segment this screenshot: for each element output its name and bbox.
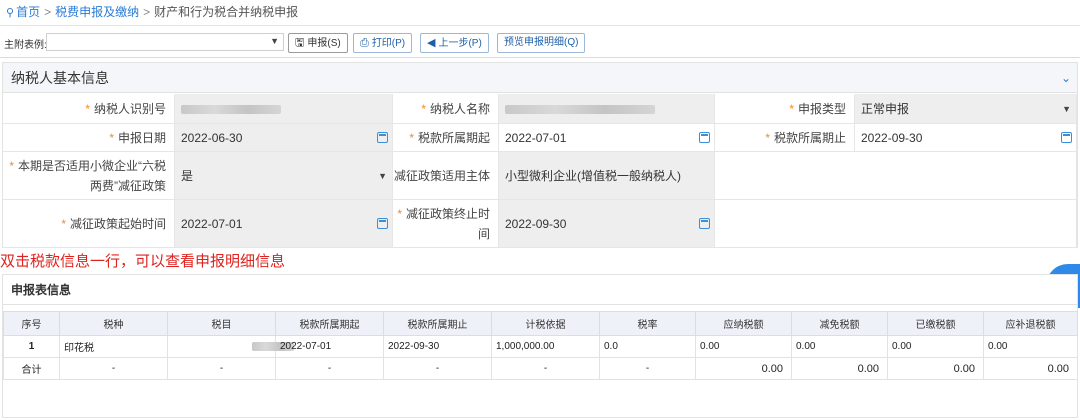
table-cell: 0.00 xyxy=(695,335,792,358)
column-header: 应补退税额 xyxy=(983,311,1078,336)
preview-detail-button[interactable]: 预览申报明细(Q) xyxy=(497,33,586,53)
declaration-table: 序号 税种 税目 税款所属期起 税款所属期止 计税依据 税率 应纳税额 减免税额… xyxy=(3,311,1078,380)
table-cell: - xyxy=(491,357,600,380)
taxpayer-name-field xyxy=(499,94,715,124)
table-cell: 2022-07-01 xyxy=(275,335,384,358)
column-header: 税款所属期起 xyxy=(275,311,384,336)
breadcrumb-current: 财产和行为税合并纳税申报 xyxy=(154,5,299,19)
table-cell: 0.00 xyxy=(983,335,1078,358)
table-cell: 0.00 xyxy=(887,335,984,358)
table-cell: 0.00 xyxy=(983,357,1078,380)
reduction-start-field[interactable]: 2022-07-01 xyxy=(175,200,393,248)
column-header: 税种 xyxy=(59,311,168,336)
table-cell: 1 xyxy=(3,335,60,358)
period-start-field[interactable]: 2022-07-01 xyxy=(499,124,715,152)
table-cell: - xyxy=(599,357,696,380)
table-cell: 0.00 xyxy=(695,357,792,380)
table-total-row: 合计 - - - - - - 0.00 0.00 0.00 0.00 xyxy=(3,357,1078,380)
reduction-end-field[interactable]: 2022-09-30 xyxy=(499,200,715,248)
declare-button-label: 申报(S) xyxy=(307,38,341,49)
table-selector-dropdown[interactable]: ▼ xyxy=(46,33,284,51)
table-cell: - xyxy=(383,357,492,380)
calendar-icon[interactable] xyxy=(1061,132,1072,143)
breadcrumb-separator: > xyxy=(143,5,151,19)
period-end-field[interactable]: 2022-09-30 xyxy=(855,124,1077,152)
column-header: 减免税额 xyxy=(791,311,888,336)
declaration-table-section: 申报表信息 序号 税种 税目 税款所属期起 税款所属期止 计税依据 税率 应纳税… xyxy=(2,274,1078,418)
reduction-start-label: * 减征政策起始时间 xyxy=(3,200,175,248)
empty-cell xyxy=(715,152,1077,200)
chevron-down-icon: ▼ xyxy=(378,171,387,181)
calendar-icon[interactable] xyxy=(699,218,710,229)
table-cell: 2022-09-30 xyxy=(383,335,492,358)
column-header: 税目 xyxy=(167,311,276,336)
chevron-down-icon: ▼ xyxy=(1062,104,1071,114)
location-pin-icon: ⚲ xyxy=(6,7,15,19)
declare-date-field[interactable]: 2022-06-30 xyxy=(175,124,393,152)
small-micro-policy-label: * 本期是否适用小微企业“六税 两费”减征政策 xyxy=(3,152,175,200)
column-header: 税率 xyxy=(599,311,696,336)
section-title: 申报表信息 xyxy=(3,275,1077,305)
table-selector-label: 主附表例: xyxy=(4,40,47,51)
table-cell: 印花税 xyxy=(59,335,168,358)
printer-icon: ⎙ xyxy=(360,37,369,49)
table-cell: - xyxy=(59,357,168,380)
chevron-down-icon: ▼ xyxy=(270,36,279,46)
declare-button[interactable]: 🖫 申报(S) xyxy=(288,33,348,53)
reduction-subject-field: 小型微利企业(增值税一般纳税人) xyxy=(499,152,715,200)
save-icon: 🖫 xyxy=(295,37,305,49)
period-end-label: * 税款所属期止 xyxy=(715,124,855,152)
small-micro-policy-select[interactable]: 是 ▼ xyxy=(175,152,393,200)
table-header-row: 序号 税种 税目 税款所属期起 税款所属期止 计税依据 税率 应纳税额 减免税额… xyxy=(3,311,1078,336)
table-row[interactable]: 1 印花税 2022-07-01 2022-09-30 1,000,000.00… xyxy=(3,335,1078,358)
period-start-label: * 税款所属期起 xyxy=(393,124,499,152)
table-cell: 1,000,000.00 xyxy=(491,335,600,358)
column-header: 税款所属期止 xyxy=(383,311,492,336)
breadcrumb-separator: > xyxy=(44,5,52,19)
section-title: 纳税人基本信息 xyxy=(3,63,1077,93)
back-arrow-icon: ◀ xyxy=(427,37,436,49)
table-cell: - xyxy=(167,357,276,380)
table-cell: 0.0 xyxy=(599,335,696,358)
taxpayer-id-field xyxy=(175,94,393,124)
print-button[interactable]: ⎙ 打印(P) xyxy=(353,33,413,53)
empty-cell xyxy=(715,200,1077,248)
declare-type-label: * 申报类型 xyxy=(715,94,855,124)
table-cell: 合计 xyxy=(3,357,60,380)
column-header: 计税依据 xyxy=(491,311,600,336)
reduction-end-label: * 减征政策终止时 间 xyxy=(393,200,499,248)
breadcrumb-tax-declare-link[interactable]: 税费申报及缴纳 xyxy=(55,5,139,19)
column-header: 已缴税额 xyxy=(887,311,984,336)
declare-date-label: * 申报日期 xyxy=(3,124,175,152)
breadcrumb-home-link[interactable]: 首页 xyxy=(16,5,40,19)
table-cell: 0.00 xyxy=(791,335,888,358)
reduction-subject-label: 减征政策适用主体 xyxy=(393,152,499,200)
table-cell: - xyxy=(275,357,384,380)
table-cell: 0.00 xyxy=(887,357,984,380)
declare-type-select[interactable]: 正常申报 ▼ xyxy=(855,94,1077,124)
table-cell-redacted xyxy=(167,335,294,358)
calendar-icon[interactable] xyxy=(699,132,710,143)
taxpayer-id-label: * 纳税人识别号 xyxy=(3,94,175,124)
calendar-icon[interactable] xyxy=(377,132,388,143)
toolbar: 主附表例: ▼ 🖫 申报(S) ⎙ 打印(P) ◀ 上一步(P) 预览申报明细(Q) xyxy=(0,28,1080,58)
print-button-label: 打印(P) xyxy=(371,38,406,49)
double-click-hint: 双击税款信息一行，可以查看申报明细信息 xyxy=(0,253,286,270)
taxpayer-basic-info-section: 纳税人基本信息 ⌄ * 纳税人识别号 * 纳税人名称 * 申报类型 正常申报 ▼ * 申报… xyxy=(2,62,1078,248)
collapse-icon[interactable]: ⌄ xyxy=(1061,71,1071,85)
previous-step-button[interactable]: ◀ 上一步(P) xyxy=(420,33,489,53)
taxpayer-name-label: * 纳税人名称 xyxy=(393,94,499,124)
column-header: 应纳税额 xyxy=(695,311,792,336)
previous-step-label: 上一步(P) xyxy=(438,38,482,49)
breadcrumb: ⚲ 首页 > 税费申报及缴纳 > 财产和行为税合并纳税申报 xyxy=(0,0,1080,26)
column-header: 序号 xyxy=(3,311,60,336)
calendar-icon[interactable] xyxy=(377,218,388,229)
table-cell: 0.00 xyxy=(791,357,888,380)
preview-detail-label: 预览申报明细(Q) xyxy=(504,37,579,48)
